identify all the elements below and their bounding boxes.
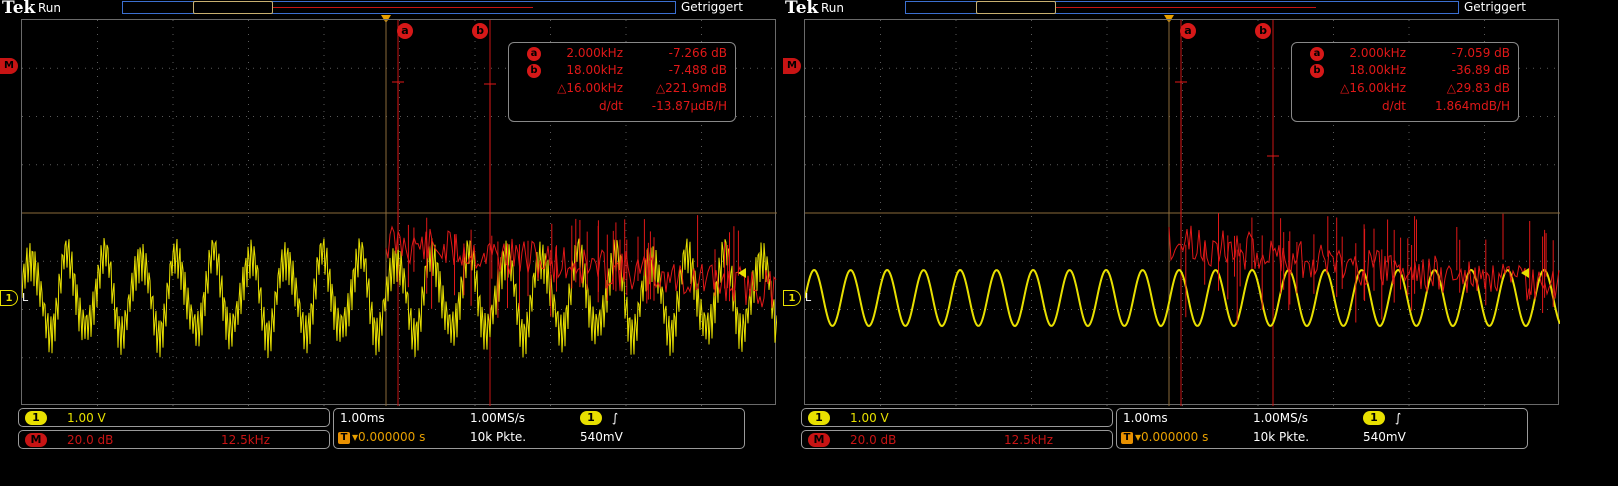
readout-delta-value: △221.9mdB (655, 81, 727, 95)
oscilloscope-screen-right: Tek Run Getriggert a b M 1 L a 2.000kHz … (783, 0, 1575, 486)
readout-a-value: -7.059 dB (1451, 46, 1510, 60)
record-view-bar[interactable] (122, 1, 676, 14)
settings-bar: 1 1.00 V M 20.0 dB 12.5kHz 1.00ms 1.00MS… (783, 408, 1575, 454)
acquisition-state: Run (821, 1, 845, 15)
readout-delta-freq: △16.00kHz (557, 81, 623, 95)
brand-logo: Tek (785, 0, 819, 18)
settings-bar: 1 1.00 V M 20.0 dB 12.5kHz 1.00ms 1.00MS… (0, 408, 792, 454)
ch1-settings-box[interactable]: 1 1.00 V (801, 408, 1113, 427)
ch1-scale: 1.00 V (850, 411, 889, 425)
sample-rate: 1.00MS/s (1253, 411, 1308, 425)
sample-rate: 1.00MS/s (470, 411, 525, 425)
status-bar: Tek Run Getriggert (783, 0, 1575, 18)
ch1-level-label: L (22, 291, 29, 304)
trigger-source-badge: 1 (1363, 411, 1385, 425)
trigger-status: Getriggert (681, 0, 743, 14)
readout-b-badge: b (1310, 64, 1324, 78)
oscilloscope-screen-left: Tek Run Getriggert a b M 1 L a 2.000kHz … (0, 0, 792, 486)
ch1-badge: 1 (808, 411, 830, 425)
readout-ddt-label: d/dt (599, 99, 623, 113)
readout-delta-value: △29.83 dB (1446, 81, 1510, 95)
math-span: 12.5kHz (221, 433, 270, 447)
ch1-settings-box[interactable]: 1 1.00 V (18, 408, 330, 427)
trigger-level: 540mV (1363, 430, 1406, 444)
readout-b-badge: b (527, 64, 541, 78)
record-trace-line (1056, 7, 1316, 8)
record-trace-line (273, 7, 533, 8)
readout-b-freq: 18.00kHz (1349, 63, 1406, 77)
ch1-scale: 1.00 V (67, 411, 106, 425)
horizontal-position: ▾0.000000 s (1135, 430, 1209, 444)
readout-ddt-value: -13.87µdB/H (651, 99, 727, 113)
math-span: 12.5kHz (1004, 433, 1053, 447)
readout-b-value: -36.89 dB (1451, 63, 1510, 77)
trigger-position-badge: T (338, 432, 350, 444)
record-length: 10k Pkte. (470, 430, 527, 444)
readout-b-value: -7.488 dB (668, 63, 727, 77)
cursor-readout-panel: a 2.000kHz -7.059 dB b 18.00kHz -36.89 d… (1291, 42, 1519, 122)
horizontal-scale: 1.00ms (1123, 411, 1168, 425)
readout-ddt-value: 1.864mdB/H (1435, 99, 1510, 113)
trigger-slope-icon: ∫ (612, 411, 619, 425)
horizontal-position: ▾0.000000 s (352, 430, 426, 444)
trigger-source-badge: 1 (580, 411, 602, 425)
acquisition-state: Run (38, 1, 62, 15)
readout-ddt-label: d/dt (1382, 99, 1406, 113)
math-settings-box[interactable]: M 20.0 dB 12.5kHz (18, 430, 330, 449)
horizontal-scale: 1.00ms (340, 411, 385, 425)
record-window[interactable] (193, 1, 273, 14)
ch1-level-label: L (805, 291, 812, 304)
math-offset-marker[interactable]: M (0, 58, 18, 74)
math-settings-box[interactable]: M 20.0 dB 12.5kHz (801, 430, 1113, 449)
timebase-trigger-box[interactable]: 1.00ms 1.00MS/s 1 ∫ T ▾0.000000 s 10k Pk… (1116, 408, 1528, 449)
cursor-b-badge[interactable]: b (1255, 23, 1271, 39)
trigger-level-icon[interactable] (738, 268, 746, 278)
trigger-level: 540mV (580, 430, 623, 444)
math-badge: M (25, 433, 47, 447)
cursor-a-badge[interactable]: a (397, 23, 413, 39)
math-scale: 20.0 dB (67, 433, 114, 447)
timebase-trigger-box[interactable]: 1.00ms 1.00MS/s 1 ∫ T ▾0.000000 s 10k Pk… (333, 408, 745, 449)
record-view-bar[interactable] (905, 1, 1459, 14)
ch1-offset-marker[interactable]: 1 (0, 290, 18, 306)
status-bar: Tek Run Getriggert (0, 0, 792, 18)
cursor-b-badge[interactable]: b (472, 23, 488, 39)
math-badge: M (808, 433, 830, 447)
ch1-waveform (22, 237, 777, 358)
trigger-status: Getriggert (1464, 0, 1526, 14)
cursor-readout-panel: a 2.000kHz -7.266 dB b 18.00kHz -7.488 d… (508, 42, 736, 122)
readout-b-freq: 18.00kHz (566, 63, 623, 77)
brand-logo: Tek (2, 0, 36, 18)
readout-a-value: -7.266 dB (668, 46, 727, 60)
trigger-position-badge: T (1121, 432, 1133, 444)
readout-a-freq: 2.000kHz (566, 46, 623, 60)
readout-a-badge: a (1310, 47, 1324, 61)
math-scale: 20.0 dB (850, 433, 897, 447)
readout-a-freq: 2.000kHz (1349, 46, 1406, 60)
cursor-a-badge[interactable]: a (1180, 23, 1196, 39)
record-window[interactable] (976, 1, 1056, 14)
record-length: 10k Pkte. (1253, 430, 1310, 444)
readout-a-badge: a (527, 47, 541, 61)
ch1-offset-marker[interactable]: 1 (783, 290, 801, 306)
ch1-badge: 1 (25, 411, 47, 425)
readout-delta-freq: △16.00kHz (1340, 81, 1406, 95)
trigger-level-icon[interactable] (1521, 268, 1529, 278)
ch1-waveform (805, 268, 1560, 328)
trigger-slope-icon: ∫ (1395, 411, 1402, 425)
math-offset-marker[interactable]: M (783, 58, 801, 74)
